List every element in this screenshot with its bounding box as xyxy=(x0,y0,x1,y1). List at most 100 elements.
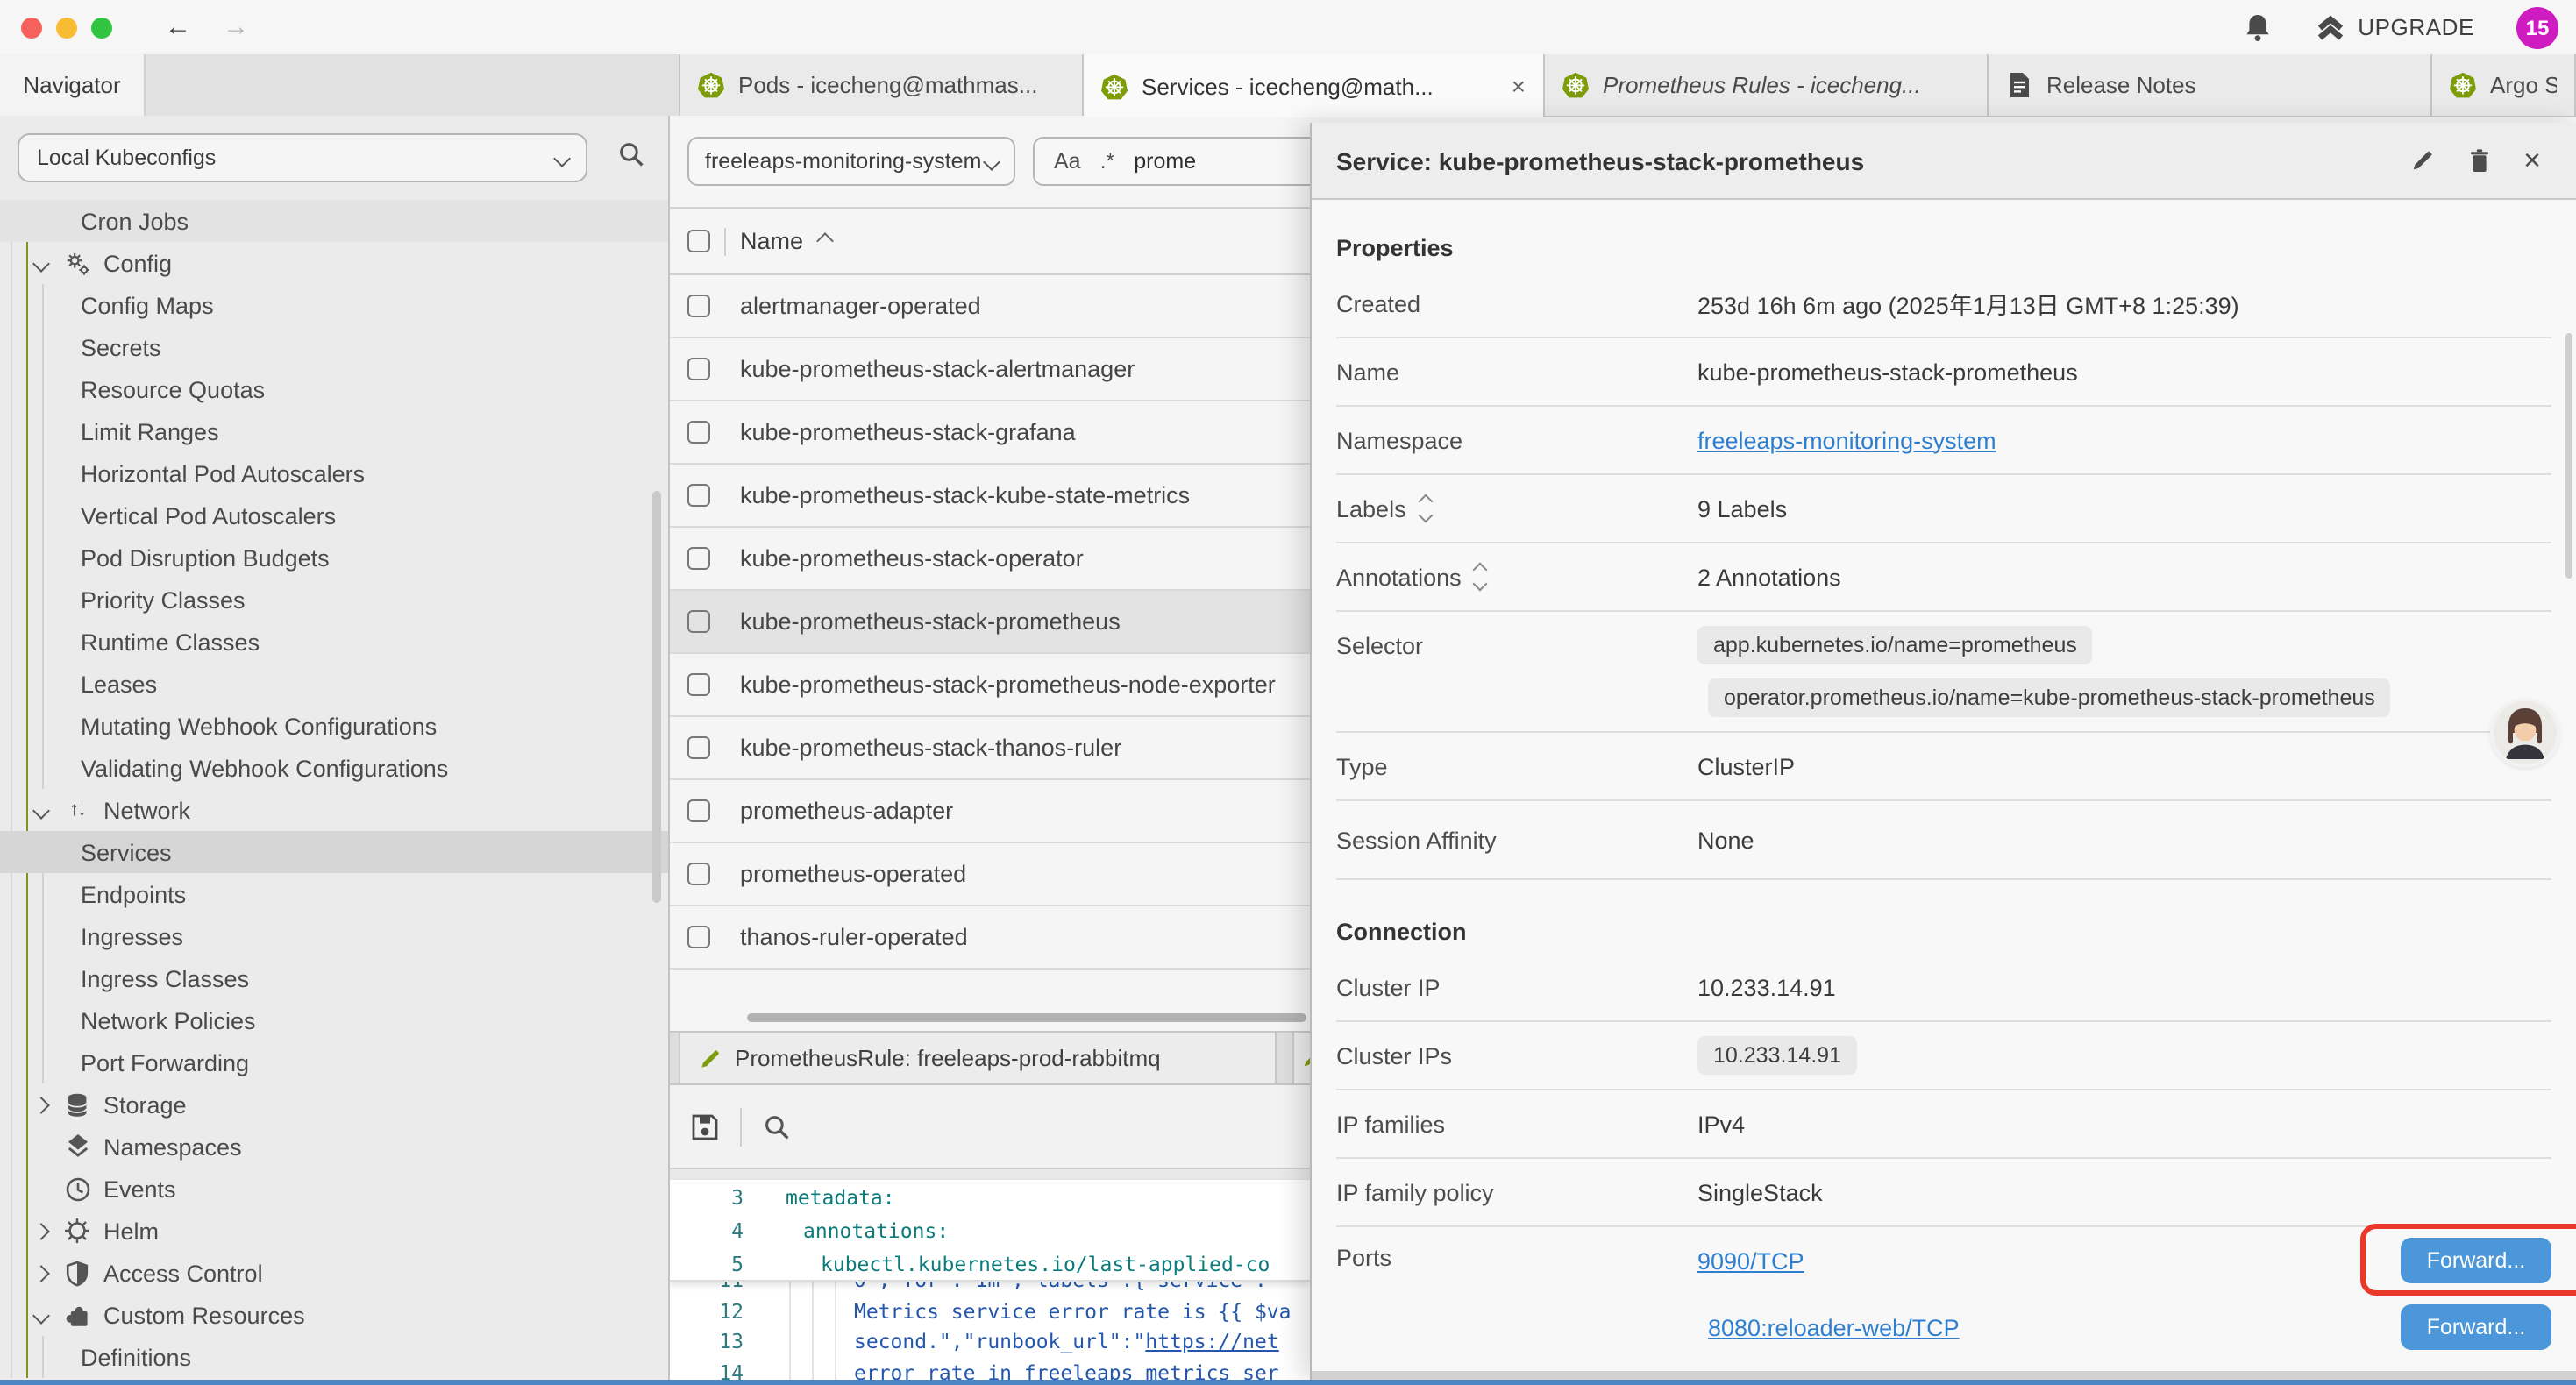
table-row[interactable]: kube-prometheus-stack-operator xyxy=(670,528,1310,591)
port-link-9090[interactable]: 9090/TCP xyxy=(1697,1247,1804,1274)
sidebar-item-port-forwarding[interactable]: Port Forwarding xyxy=(0,1041,668,1083)
close-icon[interactable]: × xyxy=(2523,146,2541,175)
table-row[interactable]: kube-prometheus-stack-prometheus-node-ex… xyxy=(670,654,1310,717)
name-column-header[interactable]: Name xyxy=(740,228,803,254)
edit-pencil-icon[interactable] xyxy=(2409,147,2436,174)
kubeconfig-selector[interactable]: Local Kubeconfigs xyxy=(18,133,587,182)
row-checkbox[interactable] xyxy=(687,673,710,696)
forward-button[interactable]: Forward... xyxy=(2401,1304,2551,1350)
table-row[interactable]: prometheus-operated xyxy=(670,843,1310,906)
match-case-toggle[interactable]: Aa xyxy=(1054,149,1081,174)
editor-viewport[interactable]: 110","for":"1m","labels":{"service":" 12… xyxy=(670,1282,1310,1380)
user-avatar[interactable] xyxy=(2494,701,2557,764)
sidebar-item-network[interactable]: ↑↓Network xyxy=(0,789,668,831)
editor-search-icon[interactable] xyxy=(763,1112,791,1140)
sidebar-item-network-policies[interactable]: Network Policies xyxy=(0,999,668,1041)
editor-tab-prometheusrule[interactable]: PrometheusRule: freeleaps-prod-rabbitmq xyxy=(679,1033,1277,1083)
regex-toggle[interactable]: .* xyxy=(1100,149,1115,174)
sidebar-item-helm[interactable]: Helm xyxy=(0,1210,668,1252)
sidebar-item-services[interactable]: Services xyxy=(0,831,668,873)
runbook-url-link[interactable]: https://net xyxy=(1145,1330,1278,1354)
sidebar-item-custom-resources[interactable]: Custom Resources xyxy=(0,1294,668,1336)
select-all-checkbox[interactable] xyxy=(687,230,710,252)
sidebar-item-secrets[interactable]: Secrets xyxy=(0,326,668,368)
notifications-bell-icon[interactable] xyxy=(2242,11,2272,43)
sort-ascending-icon[interactable] xyxy=(816,232,834,250)
detail-row-name: Name kube-prometheus-stack-prometheus xyxy=(1336,338,2551,407)
sidebar-item-vertical-pod-autoscalers[interactable]: Vertical Pod Autoscalers xyxy=(0,494,668,536)
table-row[interactable]: kube-prometheus-stack-alertmanager xyxy=(670,338,1310,401)
sidebar-item-endpoints[interactable]: Endpoints xyxy=(0,873,668,915)
table-row[interactable]: kube-prometheus-stack-kube-state-metrics xyxy=(670,465,1310,528)
sidebar-item-config[interactable]: Config xyxy=(0,242,668,284)
maximize-window-button[interactable] xyxy=(91,17,112,38)
upgrade-button[interactable]: UPGRADE xyxy=(2314,13,2474,41)
row-checkbox[interactable] xyxy=(687,863,710,885)
minimize-window-button[interactable] xyxy=(56,17,77,38)
row-checkbox[interactable] xyxy=(687,547,710,570)
sidebar-item-namespaces[interactable]: Namespaces xyxy=(0,1126,668,1168)
sidebar-item-storage[interactable]: Storage xyxy=(0,1083,668,1126)
sidebar-item-config-maps[interactable]: Config Maps xyxy=(0,284,668,326)
port-link-8080[interactable]: 8080:reloader-web/TCP xyxy=(1708,1314,1960,1340)
tab-argo[interactable]: Argo Se xyxy=(2432,54,2576,116)
sidebar-item-leases[interactable]: Leases xyxy=(0,663,668,705)
sidebar-item-mutating-webhook-configurations[interactable]: Mutating Webhook Configurations xyxy=(0,705,668,747)
sidebar-item-horizontal-pod-autoscalers[interactable]: Horizontal Pod Autoscalers xyxy=(0,452,668,494)
sidebar-item-pod-disruption-budgets[interactable]: Pod Disruption Budgets xyxy=(0,536,668,579)
row-checkbox[interactable] xyxy=(687,926,710,948)
sidebar-item-access-control[interactable]: Access Control xyxy=(0,1252,668,1294)
sidebar-item-priority-classes[interactable]: Priority Classes xyxy=(0,579,668,621)
sidebar-search-icon[interactable] xyxy=(617,140,645,168)
tab-close-icon[interactable]: × xyxy=(1512,74,1526,98)
sidebar-item-limit-ranges[interactable]: Limit Ranges xyxy=(0,410,668,452)
detail-row-ip-family-policy: IP family policy SingleStack xyxy=(1336,1159,2551,1227)
namespace-selector[interactable]: freeleaps-monitoring-system xyxy=(687,137,1015,186)
sidebar-item-runtime-classes[interactable]: Runtime Classes xyxy=(0,621,668,663)
row-checkbox[interactable] xyxy=(687,295,710,317)
tab-prometheus-rules[interactable]: Prometheus Rules - icecheng... xyxy=(1545,54,1989,116)
notification-count-badge[interactable]: 15 xyxy=(2516,6,2558,48)
code-line: Metrics service error rate is {{ $va xyxy=(744,1299,1292,1324)
forward-button[interactable]: → xyxy=(223,14,249,40)
tab-services[interactable]: Services - icecheng@math... × xyxy=(1084,54,1545,117)
table-row[interactable]: kube-prometheus-stack-thanos-ruler xyxy=(670,717,1310,780)
table-row[interactable]: prometheus-adapter xyxy=(670,780,1310,843)
row-checkbox[interactable] xyxy=(687,736,710,759)
horizontal-scrollbar[interactable] xyxy=(747,1013,1306,1022)
sidebar-item-cron-jobs[interactable]: Cron Jobs xyxy=(0,200,668,242)
detail-scrollbar[interactable] xyxy=(2565,333,2572,579)
expander-icon[interactable] xyxy=(1420,496,1431,521)
tab-pods[interactable]: Pods - icecheng@mathmas... xyxy=(679,54,1084,116)
row-checkbox[interactable] xyxy=(687,799,710,822)
editor-tab-next[interactable] xyxy=(1292,1033,1310,1083)
sidebar-scrollbar[interactable] xyxy=(652,491,661,903)
table-row[interactable]: thanos-ruler-operated xyxy=(670,906,1310,970)
sidebar-item-events[interactable]: Events xyxy=(0,1168,668,1210)
row-checkbox[interactable] xyxy=(687,358,710,380)
back-button[interactable]: ← xyxy=(165,14,191,40)
close-window-button[interactable] xyxy=(21,17,42,38)
sidebar-item-definitions[interactable]: Definitions xyxy=(0,1336,668,1378)
yaml-editor[interactable]: 3metadata: 4annotations: 5kubectl.kubern… xyxy=(670,1180,1310,1380)
sidebar-item-resource-quotas[interactable]: Resource Quotas xyxy=(0,368,668,410)
sidebar-item-validating-webhook-configurations[interactable]: Validating Webhook Configurations xyxy=(0,747,668,789)
save-icon[interactable] xyxy=(691,1112,719,1140)
row-checkbox[interactable] xyxy=(687,484,710,507)
sidebar-item-ingresses[interactable]: Ingresses xyxy=(0,915,668,957)
table-row-selected[interactable]: kube-prometheus-stack-prometheus xyxy=(670,591,1310,654)
sidebar-item-ingress-classes[interactable]: Ingress Classes xyxy=(0,957,668,999)
table-row[interactable]: kube-prometheus-stack-grafana xyxy=(670,401,1310,465)
tab-release-notes[interactable]: Release Notes xyxy=(1989,54,2432,116)
row-checkbox[interactable] xyxy=(687,610,710,633)
table-row[interactable]: alertmanager-operated xyxy=(670,275,1310,338)
selector-chip: app.kubernetes.io/name=prometheus xyxy=(1697,626,2093,664)
namespace-link[interactable]: freeleaps-monitoring-system xyxy=(1697,427,1996,453)
delete-trash-icon[interactable] xyxy=(2467,147,2492,174)
navigator-panel-tab[interactable]: Navigator xyxy=(0,54,146,116)
table-header: Name xyxy=(670,209,1310,275)
expander-icon[interactable] xyxy=(1476,565,1486,589)
row-checkbox[interactable] xyxy=(687,421,710,444)
filter-input[interactable]: Aa .* prome xyxy=(1033,137,1310,186)
forward-button[interactable]: Forward... xyxy=(2401,1238,2551,1283)
